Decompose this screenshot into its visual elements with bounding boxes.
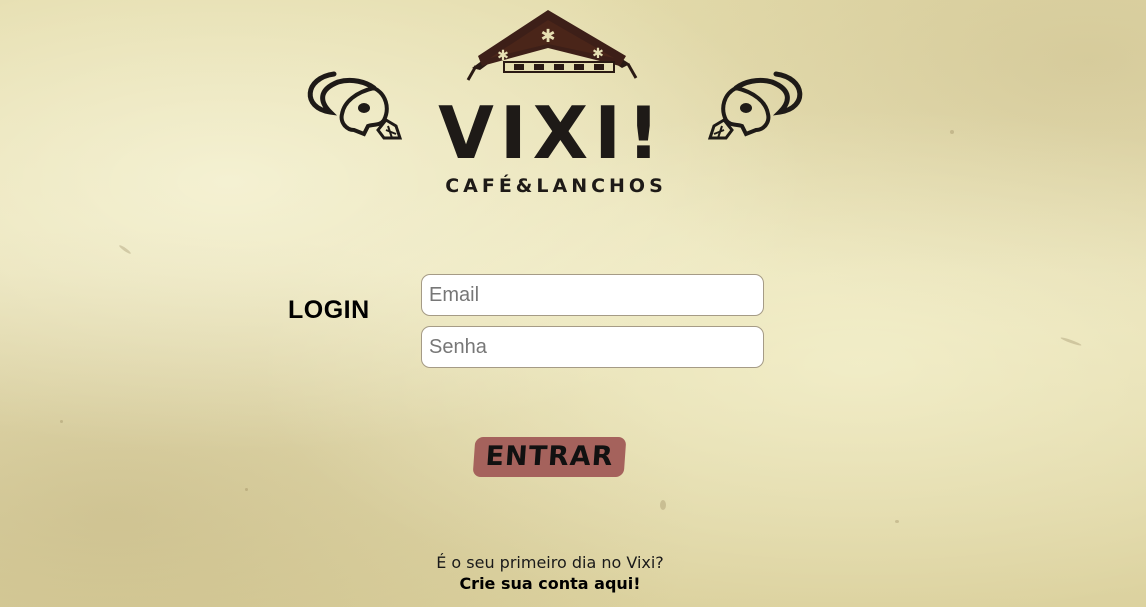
- svg-text:✱: ✱: [540, 26, 555, 47]
- ox-skull-icon: [707, 71, 803, 140]
- ox-skull-icon: [307, 71, 403, 140]
- paper-speck: [60, 420, 63, 423]
- paper-speck: [245, 488, 248, 491]
- paper-speck: [1060, 336, 1082, 347]
- enter-button[interactable]: ENTRAR: [472, 437, 627, 477]
- signup-link[interactable]: Crie sua conta aqui!: [459, 574, 640, 593]
- email-field[interactable]: [421, 274, 764, 316]
- paper-speck: [950, 130, 954, 134]
- star-roof-icon: ✱ ✱ ✱: [466, 10, 638, 81]
- signup-question: É o seu primeiro dia no Vixi?: [436, 553, 664, 572]
- brand-logo: ✱ ✱ ✱ VIXI! CAFÉ&LANCHOS: [307, 10, 803, 197]
- paper-speck: [660, 500, 666, 510]
- password-field[interactable]: [421, 326, 764, 368]
- paper-speck: [118, 244, 132, 255]
- login-title: LOGIN: [288, 296, 370, 324]
- brand-name: VIXI!: [438, 91, 666, 175]
- brand-tagline: CAFÉ&LANCHOS: [445, 174, 667, 197]
- signup-link-wrapper: Crie sua conta aqui!: [0, 574, 1100, 593]
- svg-text:✱: ✱: [497, 48, 509, 64]
- svg-text:✱: ✱: [592, 46, 604, 62]
- paper-speck: [895, 520, 899, 523]
